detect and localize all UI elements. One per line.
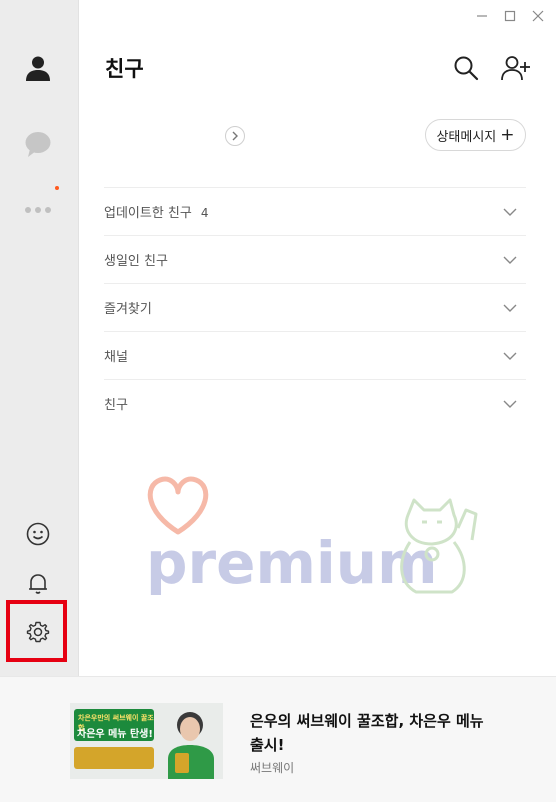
chevron-down-icon — [503, 208, 517, 216]
section-count: 4 — [200, 206, 209, 220]
page-title: 친구 — [105, 57, 144, 81]
friend-sections: 업데이트한 친구 4 생일인 친구 즐겨찾기 채널 친구 — [104, 187, 526, 427]
plus-icon: + — [500, 124, 515, 145]
settings-highlight-box — [6, 600, 67, 662]
section-label: 채널 — [104, 350, 128, 365]
section-label: 업데이트한 친구 — [104, 206, 192, 221]
ad-image[interactable]: 차은우만의 써브웨이 꿀조합 차은우 메뉴 탄생! — [70, 703, 223, 779]
search-icon — [454, 56, 479, 81]
ad-image-caption-main: 차은우 메뉴 탄생! — [77, 729, 153, 740]
ad-brand: 써브웨이 — [250, 761, 295, 775]
section-favorites[interactable]: 즐겨찾기 — [104, 283, 526, 331]
maximize-icon — [504, 10, 516, 22]
add-friend-icon — [501, 56, 530, 81]
close-button[interactable] — [528, 6, 548, 26]
sidebar-item-friends[interactable] — [14, 44, 62, 92]
heart-icon — [147, 476, 209, 535]
section-channels[interactable]: 채널 — [104, 331, 526, 379]
add-friend-button[interactable] — [500, 54, 530, 82]
sidebar-item-emoticon[interactable] — [14, 510, 62, 558]
section-updated-friends[interactable]: 업데이트한 친구 4 — [104, 187, 526, 235]
more-dots-icon — [25, 207, 51, 213]
chevron-down-icon — [503, 256, 517, 264]
profile-expand-button[interactable] — [225, 126, 245, 146]
section-label: 생일인 친구 — [104, 254, 168, 269]
section-birthday-friends[interactable]: 생일인 친구 — [104, 235, 526, 283]
chevron-down-icon — [503, 352, 517, 360]
bell-icon — [29, 574, 47, 594]
chat-bubble-icon — [25, 132, 51, 157]
chevron-right-icon — [232, 131, 238, 141]
sidebar-item-more[interactable] — [14, 186, 62, 234]
status-message-label: 상태메시지 — [436, 129, 497, 145]
minimize-icon — [477, 15, 487, 17]
smiley-icon — [26, 522, 50, 546]
section-label: 즐겨찾기 — [104, 302, 152, 317]
ad-banner[interactable]: 차은우만의 써브웨이 꿀조합 차은우 메뉴 탄생! 은우의 써브웨이 꿀조합, … — [0, 676, 556, 802]
premium-watermark: premium — [146, 476, 478, 597]
section-label: 친구 — [104, 398, 128, 413]
status-message-button[interactable]: 상태메시지 + — [425, 119, 526, 151]
sidebar — [0, 0, 79, 676]
chevron-down-icon — [503, 400, 517, 408]
minimize-button[interactable] — [472, 6, 492, 26]
section-friends[interactable]: 친구 — [104, 379, 526, 427]
search-button[interactable] — [452, 54, 480, 82]
person-icon — [26, 56, 50, 81]
chevron-down-icon — [503, 304, 517, 312]
maximize-button[interactable] — [500, 6, 520, 26]
sidebar-item-chats[interactable] — [14, 120, 62, 168]
close-icon — [532, 10, 544, 22]
ad-title[interactable]: 은우의 써브웨이 꿀조합, 차은우 메뉴 출시! — [250, 709, 490, 757]
watermark-text: premium — [146, 529, 438, 597]
notification-dot — [55, 186, 59, 190]
